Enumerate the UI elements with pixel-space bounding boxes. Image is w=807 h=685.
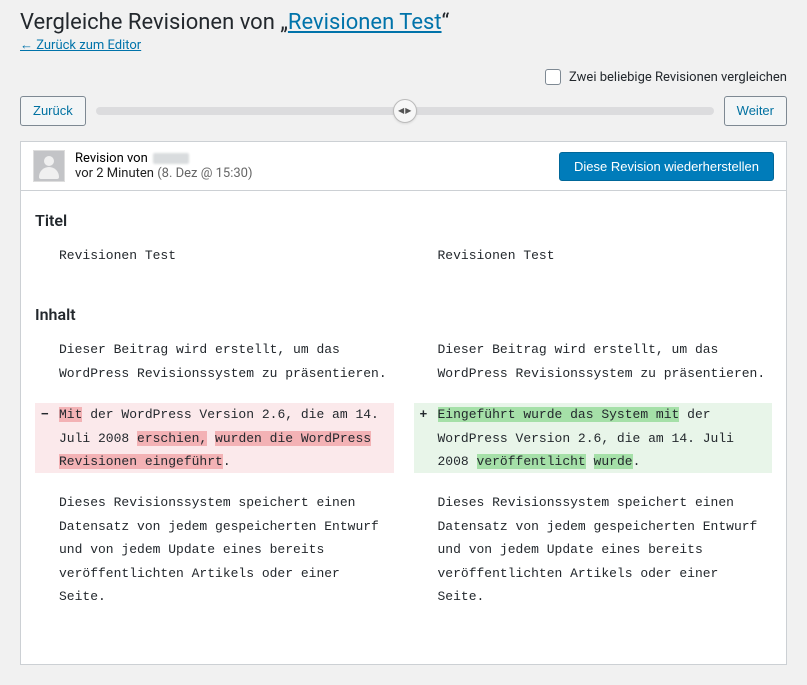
section-title-inhalt: Inhalt	[35, 305, 772, 324]
back-to-editor-link[interactable]: ← Zurück zum Editor	[20, 37, 141, 53]
title-left: Revisionen Test	[35, 244, 394, 267]
arrow-right-icon: ▶	[405, 107, 411, 115]
content-left-p3: Dieses Revisionssystem speichert einen D…	[35, 491, 394, 608]
del-span: erschien,	[137, 431, 207, 446]
revision-meta-text: Revision von vor 2 Minuten (8. Dez @ 15:…	[75, 151, 549, 181]
revision-by-label: Revision von	[75, 151, 148, 166]
content-right-p1: Dieser Beitrag wird erstellt, um das Wor…	[414, 338, 773, 385]
revision-date: (8. Dez @ 15:30)	[157, 166, 252, 181]
compare-any-checkbox[interactable]	[545, 69, 561, 85]
content-left-p1: Dieser Beitrag wird erstellt, um das Wor…	[35, 338, 394, 385]
content-left-p2: − Mit der WordPress Version 2.6, die am …	[35, 403, 394, 473]
compare-any-text: Zwei beliebige Revisionen vergleichen	[569, 70, 787, 85]
content-diff-row: Dieser Beitrag wird erstellt, um das Wor…	[35, 338, 772, 626]
revision-meta: Revision von vor 2 Minuten (8. Dez @ 15:…	[20, 141, 787, 190]
diff-container: Titel Revisionen Test Revisionen Test In…	[20, 190, 787, 665]
ins-span: veröffentlicht	[477, 454, 586, 469]
revision-nav-row: Zurück ◀ ▶ Weiter	[20, 95, 787, 127]
content-right-p3: Dieses Revisionssystem speichert einen D…	[414, 491, 773, 608]
plus-icon: +	[420, 403, 428, 426]
ins-span: Eingeführt wurde das System mit	[438, 407, 680, 422]
del-span: Mit	[59, 407, 82, 422]
title-diff-row: Revisionen Test Revisionen Test	[35, 244, 772, 285]
title-right-col: Revisionen Test	[414, 244, 773, 285]
content-right-col: Dieser Beitrag wird erstellt, um das Wor…	[414, 338, 773, 626]
title-right: Revisionen Test	[414, 244, 773, 267]
title-left-col: Revisionen Test	[35, 244, 394, 285]
avatar	[33, 150, 65, 182]
prev-button[interactable]: Zurück	[20, 96, 86, 126]
time-ago: vor 2 Minuten	[75, 166, 154, 181]
next-button[interactable]: Weiter	[724, 96, 787, 126]
minus-icon: −	[41, 403, 49, 426]
heading-prefix: Vergleiche Revisionen von „	[20, 10, 288, 35]
arrow-left-icon: ◀	[398, 107, 404, 115]
slider-handle[interactable]: ◀ ▶	[393, 99, 417, 123]
revision-slider[interactable]: ◀ ▶	[96, 95, 714, 127]
compare-mode-row: Zwei beliebige Revisionen vergleichen	[20, 69, 787, 85]
restore-revision-button[interactable]: Diese Revision wiederherstellen	[559, 152, 774, 181]
section-title-titel: Titel	[35, 211, 772, 230]
author-name	[153, 153, 189, 164]
post-title-link[interactable]: Revisionen Test	[288, 10, 442, 35]
ins-span: wurde	[594, 454, 633, 469]
content-right-p2: + Eingeführt wurde das System mit der Wo…	[414, 403, 773, 473]
compare-any-label[interactable]: Zwei beliebige Revisionen vergleichen	[545, 69, 787, 85]
page-heading: Vergleiche Revisionen von „Revisionen Te…	[20, 10, 787, 35]
heading-suffix: “	[442, 10, 450, 35]
content-left-col: Dieser Beitrag wird erstellt, um das Wor…	[35, 338, 394, 626]
